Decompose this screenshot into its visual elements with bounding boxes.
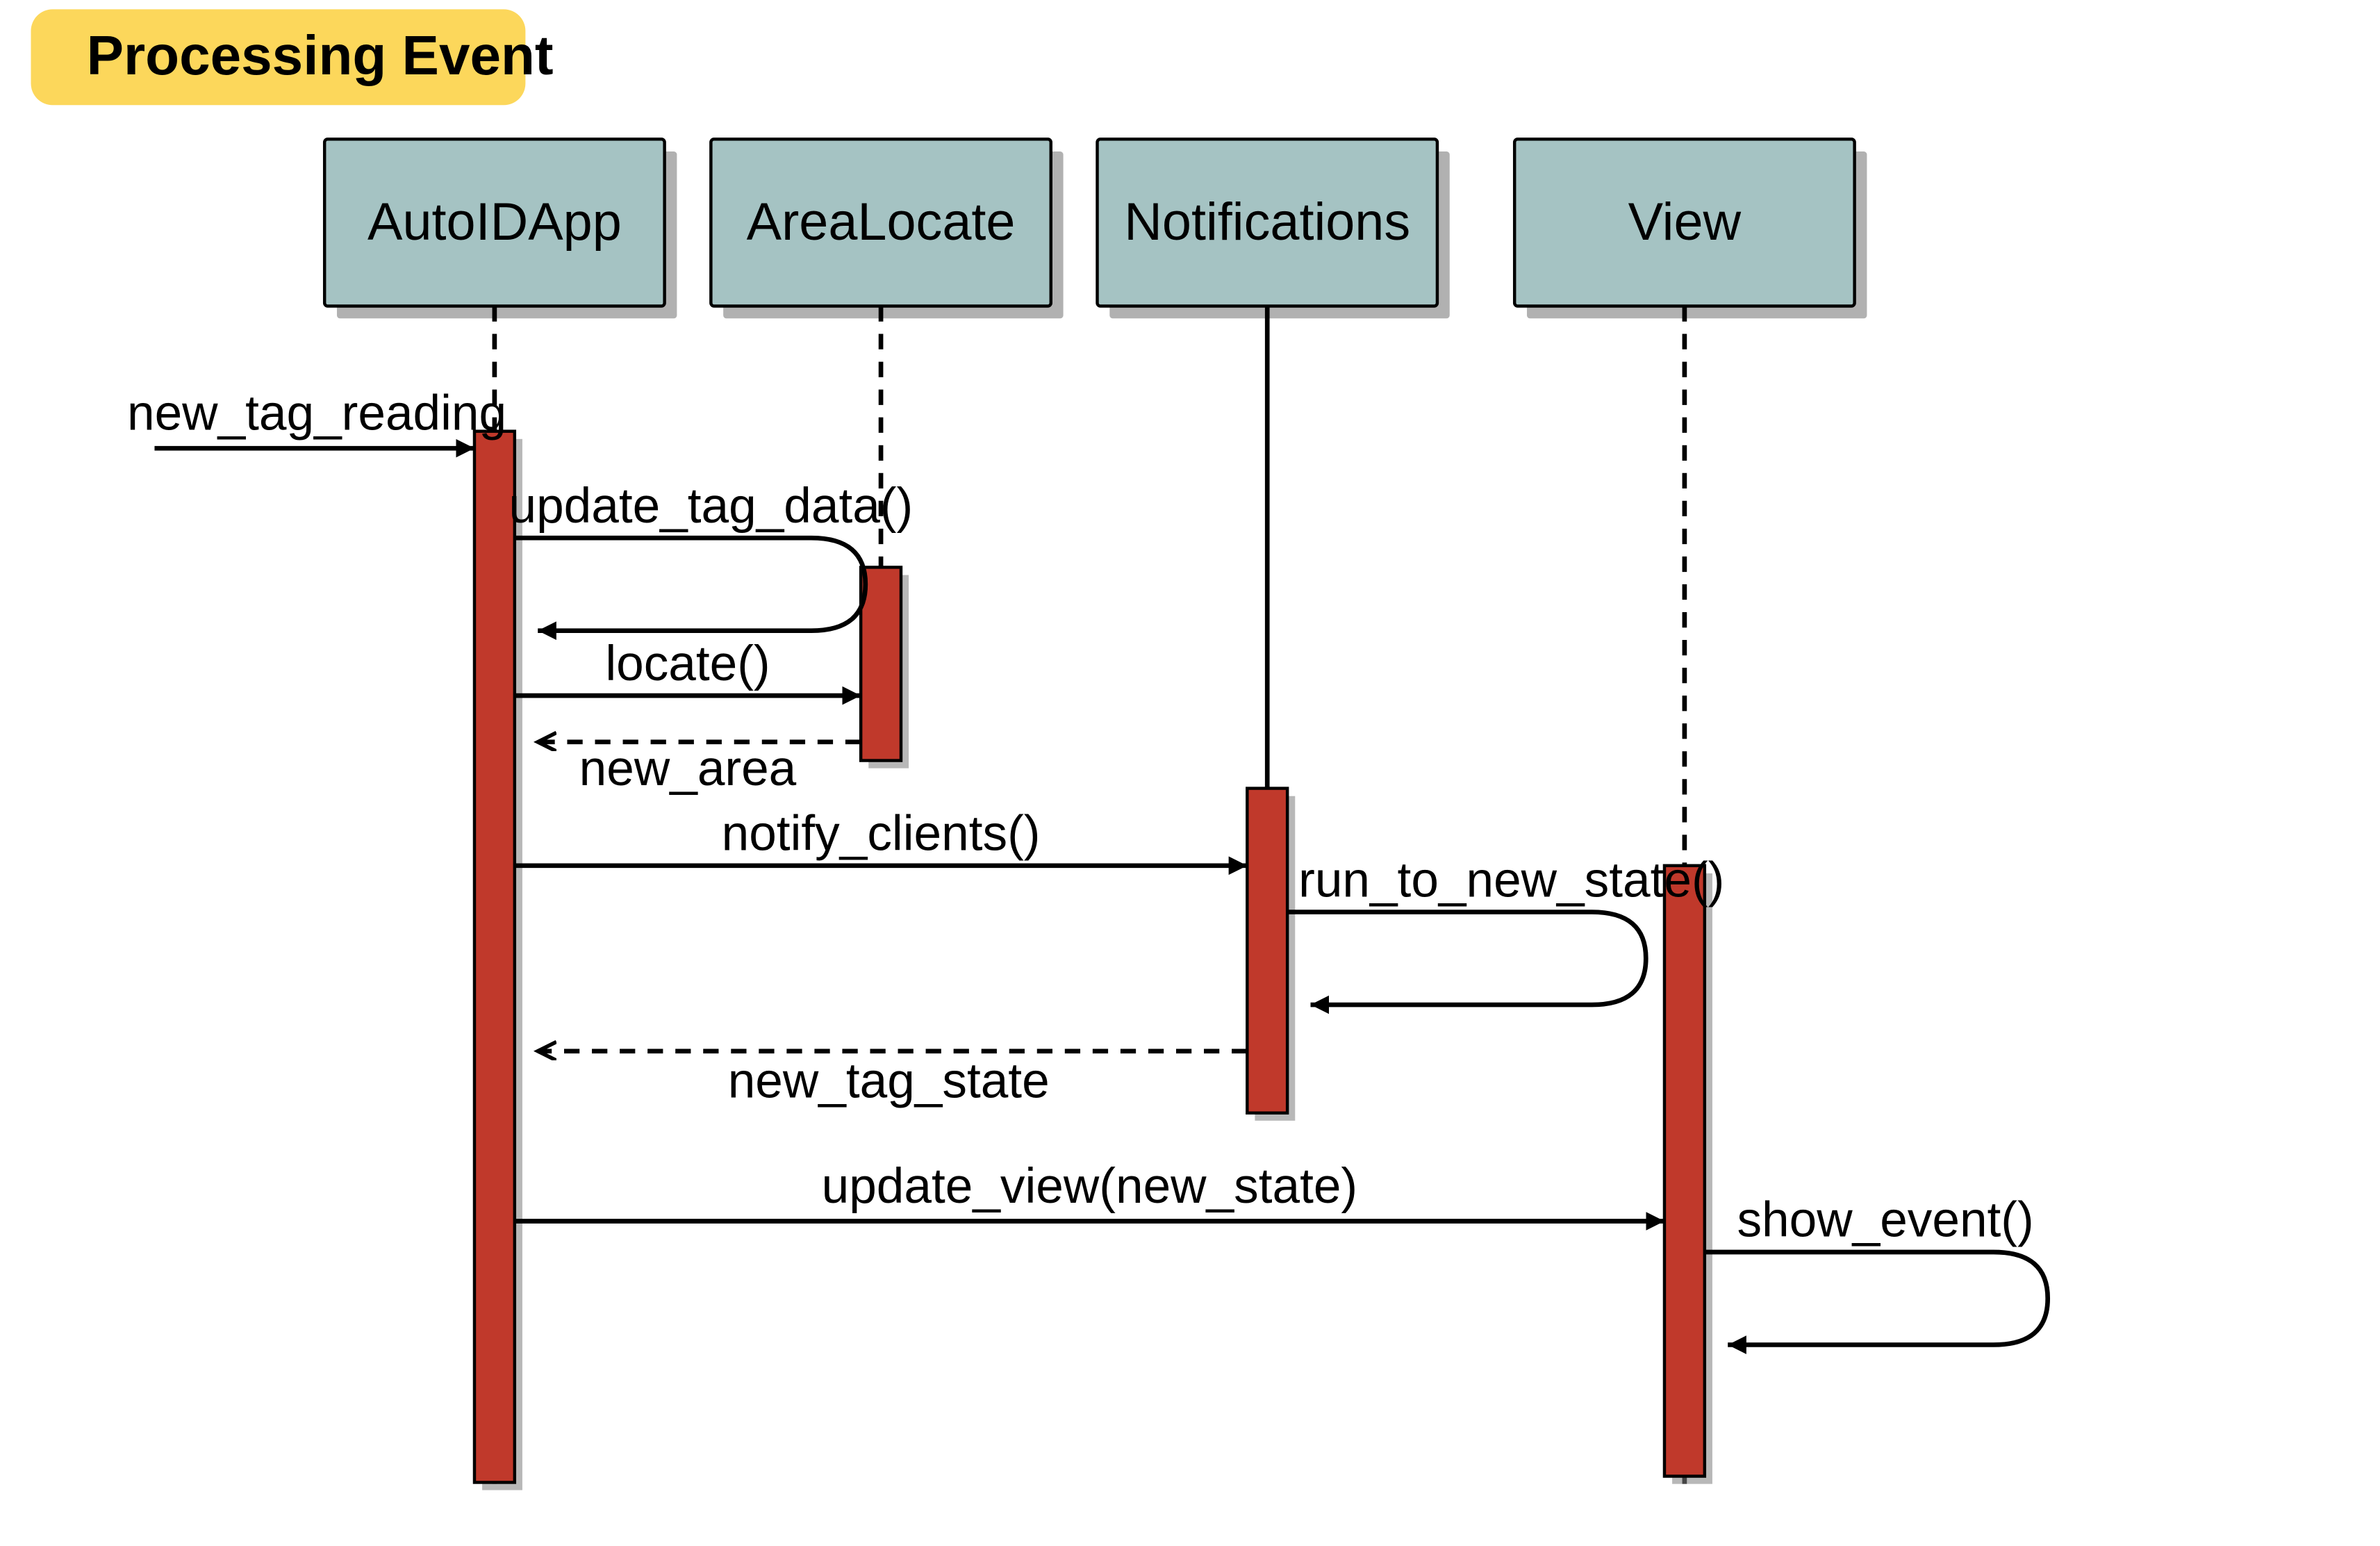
- msg-new-tag-state: new_tag_state: [538, 1051, 1247, 1109]
- participant-notifications-label: Notifications: [1124, 193, 1410, 252]
- participant-view: View: [1514, 139, 1867, 318]
- title-text: Processing Event: [87, 24, 554, 86]
- svg-text:notify_clients(): notify_clients(): [722, 807, 1041, 862]
- participant-view-label: View: [1628, 193, 1742, 252]
- svg-text:update_tag_data(): update_tag_data(): [509, 479, 913, 534]
- title-badge: Processing Event: [31, 9, 553, 105]
- activation-notifications: [1247, 789, 1295, 1121]
- msg-show-event: show_event(): [1705, 1193, 2048, 1345]
- svg-text:update_view(new_state): update_view(new_state): [822, 1159, 1358, 1214]
- msg-run-to-new-state: run_to_new_state(): [1287, 853, 1724, 1005]
- msg-locate: locate(): [515, 636, 861, 696]
- participant-arealocate: AreaLocate: [711, 139, 1063, 318]
- activation-autoidapp: [474, 431, 522, 1490]
- msg-new-area: new_area: [538, 741, 861, 796]
- svg-text:new_area: new_area: [579, 741, 797, 796]
- activation-view: [1664, 866, 1712, 1484]
- msg-notify-clients: notify_clients(): [515, 807, 1247, 866]
- sequence-diagram: Processing Event AutoIDApp AreaLocate No…: [0, 0, 2380, 1546]
- msg-update-view: update_view(new_state): [515, 1159, 1664, 1222]
- svg-text:locate(): locate(): [605, 636, 770, 691]
- participant-autoidapp-label: AutoIDApp: [367, 193, 622, 252]
- svg-text:new_tag_reading: new_tag_reading: [127, 386, 506, 441]
- participant-autoidapp: AutoIDApp: [324, 139, 677, 318]
- svg-text:new_tag_state: new_tag_state: [728, 1054, 1050, 1109]
- msg-new-tag-reading: new_tag_reading: [127, 386, 506, 448]
- participant-notifications: Notifications: [1098, 139, 1450, 318]
- svg-text:show_event(): show_event(): [1737, 1193, 2033, 1248]
- activation-arealocate: [861, 567, 909, 768]
- svg-text:run_to_new_state(): run_to_new_state(): [1298, 853, 1724, 907]
- participant-arealocate-label: AreaLocate: [747, 193, 1016, 252]
- msg-update-tag-data: update_tag_data(): [509, 479, 913, 631]
